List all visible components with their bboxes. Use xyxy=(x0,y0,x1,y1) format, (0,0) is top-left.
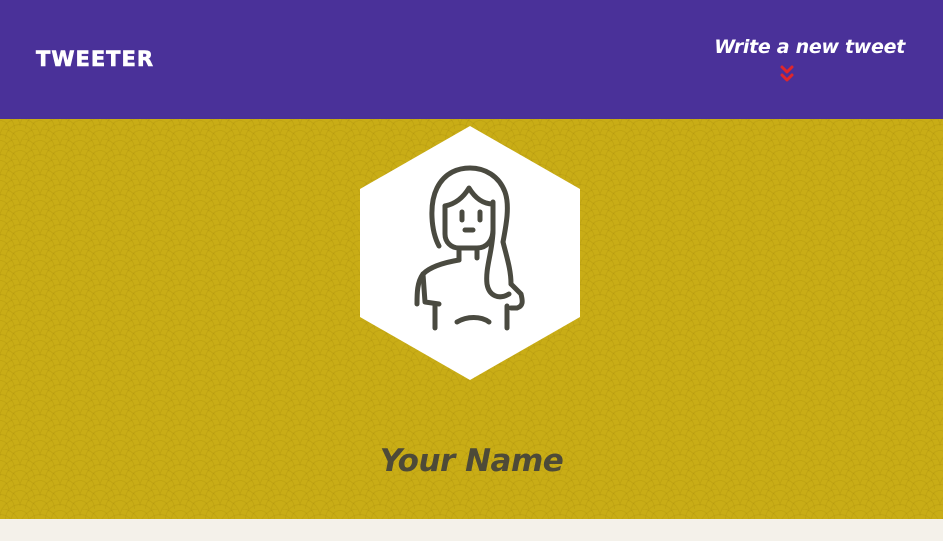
compose-tweet-label[interactable]: Write a new tweet xyxy=(705,34,905,60)
profile-header: Your Name xyxy=(0,119,943,519)
avatar-hexagon-frame xyxy=(360,126,580,380)
navbar: TWEETER Write a new tweet xyxy=(0,0,943,119)
brand-logo[interactable]: TWEETER xyxy=(36,46,154,72)
compose-tweet-toggle[interactable]: Write a new tweet xyxy=(705,34,905,82)
profile-name: Your Name xyxy=(379,443,564,479)
double-chevron-down-icon[interactable] xyxy=(779,64,795,84)
avatar xyxy=(359,126,581,380)
page-background xyxy=(0,519,943,541)
